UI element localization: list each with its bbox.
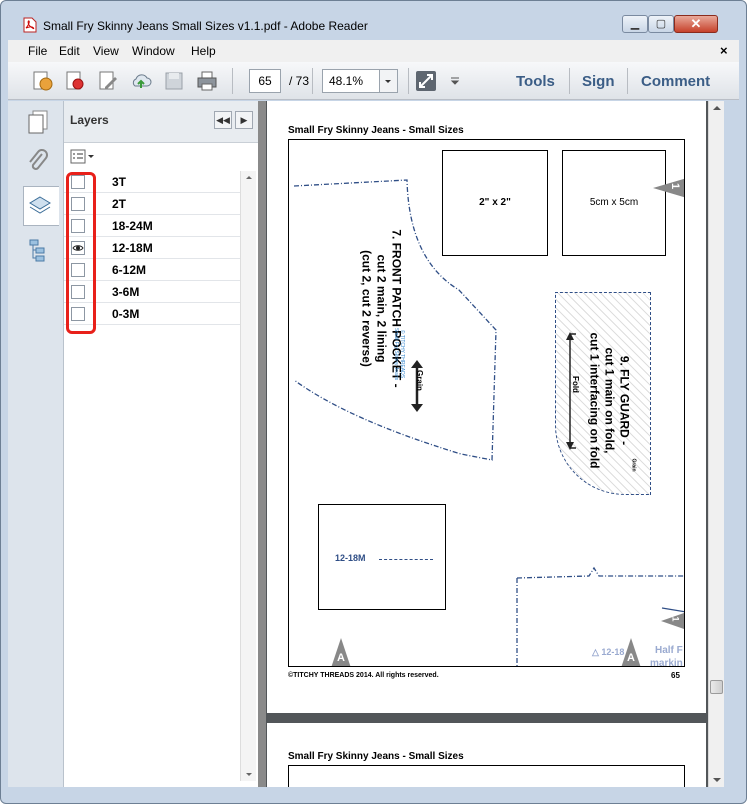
brand-watermark: © TITCHY THREADS Small Fry Skinny Jeans: [393, 304, 405, 404]
page-number-input[interactable]: 65: [249, 69, 281, 93]
fly-guard-instructions: 9. FLY GUARD - cut 1 main on fold, cut 1…: [587, 311, 632, 491]
toolbar-separator: [627, 68, 628, 94]
comment-link[interactable]: Comment: [641, 73, 710, 90]
layers-panel-header: Layers ◀◀ ▶: [64, 101, 258, 143]
window-bottom-border: [8, 787, 739, 797]
half-fold-text: Half F: [655, 645, 683, 656]
menu-edit[interactable]: Edit: [59, 44, 80, 58]
full-screen-icon[interactable]: [414, 69, 438, 93]
layer-label: 2T: [112, 197, 127, 211]
create-pdf-icon[interactable]: [30, 69, 54, 93]
page-header: Small Fry Skinny Jeans - Small Sizes: [288, 125, 464, 136]
fly-title: 9. FLY GUARD -: [617, 355, 632, 446]
maximize-button[interactable]: ▢: [648, 15, 674, 33]
fly-line-3: cut 1 interfacing on fold: [587, 332, 602, 469]
scroll-down-icon: [713, 778, 721, 782]
toolbar-separator: [312, 68, 313, 94]
minimize-button[interactable]: ▁: [622, 15, 648, 33]
model-tree-icon[interactable]: [24, 236, 52, 264]
pocket-line-2: cut 2 main, 2 lining: [374, 254, 389, 363]
page-number: 65: [671, 671, 680, 680]
size-triangle-text: 12-18: [601, 647, 625, 657]
size-line: [379, 559, 433, 560]
pattern-area: 2" x 2" 5cm x 5cm 1 7. FRONT PATCH POCKE…: [288, 139, 685, 667]
menu-file[interactable]: File: [28, 44, 47, 58]
copyright-notice: ©TITCHY THREADS 2014. All rights reserve…: [288, 672, 439, 679]
layer-label: 3-6M: [112, 285, 140, 299]
layers-scrollbar[interactable]: [240, 171, 256, 781]
fold-label: Fold: [570, 376, 580, 393]
grain-label: Grain: [414, 370, 424, 391]
print-icon[interactable]: [195, 69, 219, 93]
pdf-page: Small Fry Skinny Jeans - Small Sizes 2" …: [267, 101, 706, 713]
scroll-up-icon: [246, 176, 252, 179]
attachments-icon[interactable]: [24, 148, 52, 176]
page-header-next: Small Fry Skinny Jeans - Small Sizes: [288, 751, 464, 762]
marking-text: markin: [650, 658, 683, 667]
panel-splitter[interactable]: [258, 101, 266, 787]
layer-label: 18-24M: [112, 219, 153, 233]
title-bar: Small Fry Skinny Jeans Small Sizes v1.1.…: [1, 1, 744, 39]
toolbar: 65 / 73 48.1% Tools Sign Comment: [8, 62, 739, 100]
pocket-line-3: (cut 2, cut 2 reverse): [359, 250, 374, 367]
zoom-input[interactable]: 48.1%: [322, 69, 380, 93]
toolbar-separator: [232, 68, 233, 94]
sign-link[interactable]: Sign: [582, 73, 615, 90]
document-view[interactable]: Small Fry Skinny Jeans - Small Sizes 2" …: [266, 101, 708, 787]
tools-link[interactable]: Tools: [516, 73, 555, 90]
size-triangle-label: △ 12-18: [592, 647, 625, 657]
fly-grain-label: Grain: [630, 458, 637, 472]
expand-panel-button[interactable]: ▶: [235, 111, 253, 129]
pdf-app-icon: [23, 17, 37, 33]
menu-help[interactable]: Help: [191, 44, 216, 58]
marker-label-a-right: A: [627, 652, 635, 664]
layer-label: 0-3M: [112, 307, 140, 321]
chevron-down-icon: [385, 80, 391, 83]
scrollbar-thumb[interactable]: [710, 680, 723, 694]
layer-label: 12-18M: [112, 241, 153, 255]
size-square: 12-18M: [318, 504, 446, 610]
window-title: Small Fry Skinny Jeans Small Sizes v1.1.…: [43, 19, 368, 33]
close-icon: ✕: [690, 16, 702, 31]
fly-line-2: cut 1 main on fold,: [602, 347, 617, 454]
size-label: 12-18M: [335, 553, 366, 563]
layer-label: 3T: [112, 175, 127, 189]
highlight-annotation: [66, 172, 96, 334]
menu-bar: File Edit View Window Help ×: [8, 40, 739, 62]
marker-label-a-left: A: [337, 652, 345, 664]
scroll-down-icon: [246, 773, 252, 776]
pdf-page-next: Small Fry Skinny Jeans - Small Sizes: [267, 723, 706, 787]
page-thumbnails-icon[interactable]: [24, 108, 52, 136]
layers-icon: [29, 196, 51, 214]
page-total: / 73: [289, 74, 310, 88]
close-window-button[interactable]: ✕: [674, 15, 718, 33]
save-icon[interactable]: [162, 69, 186, 93]
zoom-dropdown-button[interactable]: [380, 69, 398, 93]
toolbar-separator: [408, 68, 409, 94]
toolbar-separator: [569, 68, 570, 94]
upload-cloud-icon[interactable]: [129, 69, 153, 93]
edit-pdf-icon[interactable]: [96, 69, 120, 93]
combine-files-icon[interactable]: [63, 69, 87, 93]
minimize-icon: ▁: [630, 18, 640, 30]
layer-options-icon[interactable]: [70, 149, 96, 165]
scroll-up-icon: [713, 106, 721, 110]
layer-label: 6-12M: [112, 263, 147, 277]
layers-panel-title: Layers: [70, 113, 109, 127]
brand-line-1: © TITCHY THREADS: [399, 329, 405, 379]
brand-line-2: Small Fry Skinny Jeans: [393, 327, 399, 381]
maximize-icon: ▢: [655, 18, 667, 30]
pattern-area-next: [288, 765, 685, 787]
collapse-panel-button[interactable]: ◀◀: [214, 111, 232, 129]
close-document-button[interactable]: ×: [720, 43, 728, 58]
marker-label-1-lower: 1: [670, 616, 681, 622]
menu-window[interactable]: Window: [132, 44, 175, 58]
menu-view[interactable]: View: [93, 44, 119, 58]
customize-toolbar-icon[interactable]: [450, 76, 460, 86]
